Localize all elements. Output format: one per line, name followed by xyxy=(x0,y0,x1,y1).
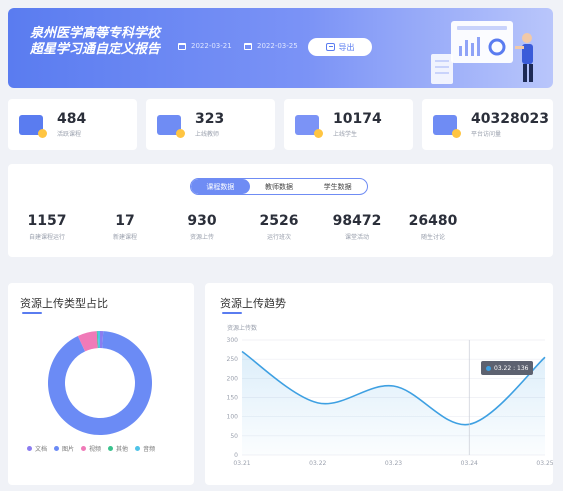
stat-value: 484 xyxy=(57,111,87,127)
resource-type-donut-chart xyxy=(47,331,152,435)
stat-card-teachers: 323 上线教师 xyxy=(146,99,275,150)
stat-label: 平台访问量 xyxy=(471,131,502,138)
metric-discussions: 26480 随生讨论 xyxy=(408,213,458,241)
x-tick-label: 03.22 xyxy=(309,460,326,467)
stat-label: 上线学生 xyxy=(333,131,358,138)
stat-value: 40328023 xyxy=(471,111,549,127)
visits-icon xyxy=(433,114,461,138)
y-axis-label: 资源上传数 xyxy=(227,324,257,332)
metric-activities: 98472 课堂活动 xyxy=(332,213,382,241)
y-tick-label: 300 xyxy=(227,337,239,344)
metric-label: 课堂活动 xyxy=(344,234,369,241)
y-tick-label: 100 xyxy=(227,414,239,421)
y-tick-label: 200 xyxy=(227,375,239,382)
end-date-picker[interactable]: 2022-03-25 xyxy=(244,42,298,50)
start-date: 2022-03-21 xyxy=(191,42,232,50)
stat-label: 上线教师 xyxy=(195,131,220,138)
metric-label: 运行班次 xyxy=(266,234,291,241)
student-icon xyxy=(295,114,323,138)
legend-item[interactable]: 文档 xyxy=(27,444,47,453)
data-tabs: 课程数据 教师数据 学生数据 xyxy=(190,178,368,195)
export-icon xyxy=(325,43,335,51)
legend-dot xyxy=(54,446,60,451)
metric-value: 26480 xyxy=(408,213,458,229)
tab-teacher-data[interactable]: 教师数据 xyxy=(250,179,309,194)
metric-label: 自建课程运行 xyxy=(28,234,65,241)
stat-card-courses: 484 活跃课程 xyxy=(8,99,137,150)
x-tick-label: 03.24 xyxy=(461,460,478,467)
report-title: 泉州医学高等专科学校 超星学习通自定义报告 xyxy=(30,26,160,58)
metric-value: 98472 xyxy=(332,213,382,229)
title-underline xyxy=(222,312,242,314)
metric-self-built: 1157 自建课程运行 xyxy=(22,213,72,241)
resource-trend-line-chart: 资源上传数 0 50 100 150 200 250 300 03.21 03.22 03.23 03… xyxy=(227,324,553,467)
stat-value: 10174 xyxy=(333,111,382,127)
end-date: 2022-03-25 xyxy=(257,42,298,50)
metric-value: 2526 xyxy=(259,213,299,229)
metric-value: 1157 xyxy=(27,213,67,229)
stat-card-visits: 40328023 平台访问量 xyxy=(422,99,553,150)
school-name: 泉州医学高等专科学校 xyxy=(30,26,161,41)
y-tick-label: 250 xyxy=(227,356,239,363)
start-date-picker[interactable]: 2022-03-21 xyxy=(178,42,232,50)
stat-label: 活跃课程 xyxy=(57,131,82,138)
legend-dot xyxy=(81,446,87,451)
tab-student-data[interactable]: 学生数据 xyxy=(308,179,367,194)
metric-new-courses: 17 新建课程 xyxy=(100,213,150,241)
legend-item[interactable]: 音频 xyxy=(135,444,155,453)
export-button[interactable]: 导出 xyxy=(308,38,372,56)
metric-classes: 2526 运行班次 xyxy=(254,213,304,241)
tooltip-dot xyxy=(486,365,491,371)
legend-dot xyxy=(135,446,141,451)
legend-label: 音频 xyxy=(143,446,156,453)
stat-value: 323 xyxy=(195,111,225,127)
pie-panel-title: 资源上传类型占比 xyxy=(20,297,108,310)
line-panel-title: 资源上传趋势 xyxy=(220,297,286,310)
x-tick-label: 03.21 xyxy=(233,460,250,467)
metric-value: 930 xyxy=(187,213,217,229)
metric-value: 17 xyxy=(115,213,135,229)
y-tick-label: 150 xyxy=(227,395,239,402)
header-banner: 泉州医学高等专科学校 超星学习通自定义报告 2022-03-21 2022-03… xyxy=(8,8,553,88)
legend-dot xyxy=(27,446,32,451)
report-name: 超星学习通自定义报告 xyxy=(30,42,161,57)
metric-label: 新建课程 xyxy=(112,234,137,241)
export-label: 导出 xyxy=(338,42,355,52)
x-tick-label: 03.23 xyxy=(385,460,402,467)
legend-label: 视频 xyxy=(89,446,102,453)
teacher-icon xyxy=(157,114,185,138)
course-icon xyxy=(19,114,47,138)
legend-label: 其他 xyxy=(116,446,129,453)
calendar-icon xyxy=(244,42,252,50)
x-tick-label: 03.25 xyxy=(536,460,553,467)
calendar-icon xyxy=(178,42,186,50)
legend-item[interactable]: 视频 xyxy=(81,444,101,453)
y-tick-label: 0 xyxy=(234,452,238,459)
metric-label: 资源上传 xyxy=(189,234,214,241)
tab-course-data[interactable]: 课程数据 xyxy=(191,179,250,194)
metric-label: 随生讨论 xyxy=(420,234,445,241)
metric-resource-uploads: 930 资源上传 xyxy=(177,213,227,241)
chart-tooltip: 03.22 : 136 xyxy=(481,361,534,375)
y-tick-label: 50 xyxy=(230,433,238,440)
pie-legend: 文档 图片 视频 其他 音频 xyxy=(27,444,155,453)
dashboard-illustration-icon xyxy=(431,21,533,84)
legend-dot xyxy=(108,446,114,451)
stat-card-students: 10174 上线学生 xyxy=(284,99,413,150)
legend-item[interactable]: 图片 xyxy=(54,444,74,453)
legend-label: 图片 xyxy=(62,446,75,453)
title-underline xyxy=(22,312,42,314)
legend-item[interactable]: 其他 xyxy=(108,444,128,453)
tooltip-label: 03.22 : 136 xyxy=(494,364,529,372)
legend-label: 文档 xyxy=(35,446,48,453)
